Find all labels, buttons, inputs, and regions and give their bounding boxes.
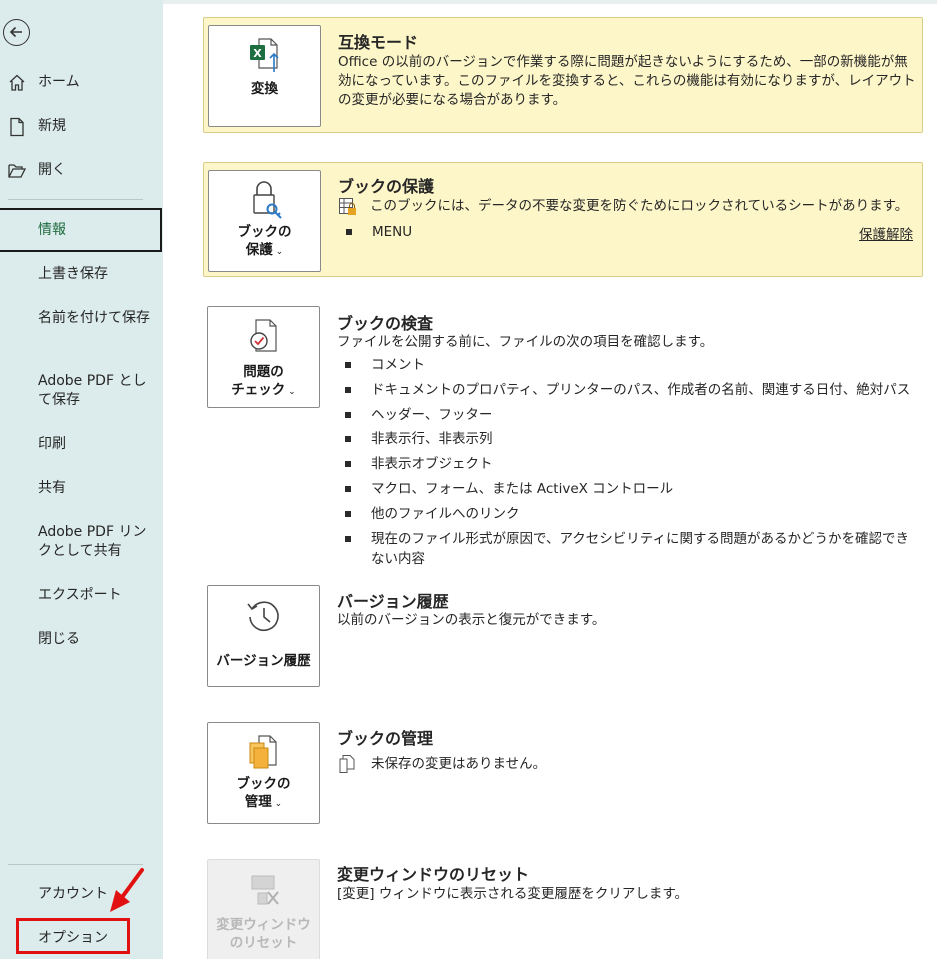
inspect-item: 非表示行、非表示列 [337, 429, 919, 454]
nav-home-label: ホーム [38, 74, 80, 90]
reset-label: 変更ウィンドウ のリセット [208, 916, 319, 952]
inspect-section: 問題の チェック ⌄ ブックの検査 ファイルを公開する前に、ファイルの次の項目を… [203, 301, 923, 567]
nav-save-as-pdf[interactable]: Adobe PDF として保存 [0, 372, 163, 410]
manage-label-line2: 管理 [244, 794, 272, 810]
nav-export[interactable]: エクスポート [0, 586, 163, 606]
manage-label-line1: ブックの [236, 776, 291, 792]
excel-convert-icon: X [250, 38, 279, 72]
backstage-sidebar: ホーム 新規 開く 情報 上書き保存 名前を付けて保存 Adobe PDF とし… [0, 0, 163, 959]
manage-message: 未保存の変更はありません。 [371, 756, 547, 772]
nav-open[interactable]: 開く [0, 161, 163, 181]
protected-sheet-item: MENU [338, 222, 920, 247]
nav-print-label: 印刷 [38, 436, 66, 452]
nav-save[interactable]: 上書き保存 [0, 265, 163, 285]
nav-close-label: 閉じる [38, 631, 80, 647]
inspect-item: 現在のファイル形式が原因で、アクセシビリティに関する問題があるかどうかを確認でき… [337, 529, 919, 567]
reset-label-line2: のリセット [229, 935, 298, 951]
manage-title: ブックの管理 [337, 729, 434, 748]
version-title: バージョン履歴 [337, 592, 449, 611]
inspect-item: コメント [337, 355, 919, 380]
reset-window-icon [251, 875, 279, 905]
manage-workbook-icon [249, 735, 277, 769]
dropdown-caret-icon: ⌄ [271, 799, 283, 809]
history-clock-icon [247, 601, 279, 632]
inspect-item: 他のファイルへのリンク [337, 504, 919, 529]
check-issues-line2: チェック [231, 382, 286, 398]
nav-save-as-label: 名前を付けて保存 [38, 310, 150, 326]
convert-button[interactable]: X 変換 [208, 25, 321, 127]
reset-section: 変更ウィンドウ のリセット 変更ウィンドウのリセット [変更] ウィンドウに表示… [203, 855, 923, 959]
nav-print[interactable]: 印刷 [0, 435, 163, 455]
sidebar-divider [8, 864, 143, 865]
manage-section: ブックの 管理 ⌄ ブックの管理 未保存の変更はありません。 [203, 717, 923, 827]
dropdown-caret-icon: ⌄ [272, 247, 284, 257]
check-issues-line1: 問題の [243, 364, 284, 380]
manage-workbook-button[interactable]: ブックの 管理 ⌄ [207, 722, 320, 824]
home-icon [9, 74, 25, 91]
protect-label: ブックの 保護 ⌄ [209, 223, 320, 261]
nav-share-label: 共有 [38, 480, 66, 496]
nav-home[interactable]: ホーム [0, 73, 163, 93]
check-for-issues-button[interactable]: 問題の チェック ⌄ [207, 306, 320, 408]
nav-new[interactable]: 新規 [0, 117, 163, 137]
protect-label-line1: ブックの [237, 224, 292, 240]
reset-title: 変更ウィンドウのリセット [337, 865, 530, 884]
open-folder-icon [8, 164, 26, 178]
version-history-button[interactable]: バージョン履歴 [207, 585, 320, 687]
reset-label-line1: 変更ウィンドウ [216, 917, 311, 933]
documents-icon [339, 755, 355, 773]
inspect-description: ファイルを公開する前に、ファイルの次の項目を確認します。 [337, 334, 714, 350]
version-description: 以前のバージョンの表示と復元ができます。 [337, 612, 606, 628]
nav-new-label: 新規 [38, 118, 66, 134]
compat-section: X 変換 互換モード Office の以前のバージョンで作業する際に問題が起きな… [203, 17, 923, 133]
back-button[interactable] [3, 19, 30, 46]
inspect-title: ブックの検査 [337, 314, 434, 333]
version-history-label: バージョン履歴 [216, 653, 311, 669]
nav-save-label: 上書き保存 [38, 266, 108, 282]
protect-workbook-button[interactable]: ブックの 保護 ⌄ [208, 170, 321, 272]
manage-label: ブックの 管理 ⌄ [208, 775, 319, 813]
locked-sheet-icon [339, 198, 356, 215]
nav-share[interactable]: 共有 [0, 479, 163, 499]
unprotect-link[interactable]: 保護解除 [859, 223, 913, 243]
nav-close[interactable]: 閉じる [0, 630, 163, 650]
compat-title: 互換モード [338, 33, 419, 52]
lock-key-icon [253, 181, 282, 219]
inspect-items-list: コメント ドキュメントのプロパティ、プリンターのパス、作成者の名前、関連する日付… [337, 355, 919, 567]
top-strip [163, 0, 937, 4]
protect-title: ブックの保護 [338, 177, 435, 196]
options-highlight-box [16, 918, 130, 954]
reset-description: [変更] ウィンドウに表示される変更履歴をクリアします。 [337, 886, 688, 902]
sidebar-divider [8, 199, 143, 200]
nav-info-label: 情報 [38, 222, 66, 238]
reset-changes-window-button[interactable]: 変更ウィンドウ のリセット [207, 859, 320, 959]
inspect-item: マクロ、フォーム、または ActiveX コントロール [337, 479, 919, 504]
new-document-icon [10, 117, 24, 137]
compat-description: Office の以前のバージョンで作業する際に問題が起きないようにするため、一部… [338, 54, 916, 108]
protect-message: このブックには、データの不要な変更を防ぐためにロックされているシートがあります。 [370, 198, 909, 214]
version-section: バージョン履歴 バージョン履歴 以前のバージョンの表示と復元ができます。 [203, 580, 923, 690]
nav-info[interactable]: 情報 [0, 208, 162, 252]
nav-export-label: エクスポート [38, 587, 122, 603]
nav-save-as[interactable]: 名前を付けて保存 [0, 309, 163, 347]
protect-section: ブックの 保護 ⌄ ブックの保護 このブックには、データの不要な変更を防ぐために… [203, 162, 923, 277]
inspect-item: 非表示オブジェクト [337, 454, 919, 479]
nav-open-label: 開く [38, 162, 66, 178]
red-pointer-arrow-icon [110, 868, 144, 912]
inspect-item: ヘッダー、フッター [337, 405, 919, 430]
inspect-item: ドキュメントのプロパティ、プリンターのパス、作成者の名前、関連する日付、絶対パス [337, 380, 919, 405]
inspect-document-icon [250, 319, 277, 352]
convert-label: 変換 [251, 81, 278, 97]
svg-text:X: X [253, 47, 262, 60]
protect-label-line2: 保護 [245, 242, 273, 258]
dropdown-caret-icon: ⌄ [285, 387, 296, 397]
protected-sheet-list: MENU [338, 222, 920, 247]
nav-share-pdf-link[interactable]: Adobe PDF リンクとして共有 [0, 523, 163, 561]
nav-save-as-pdf-label: Adobe PDF として保存 [38, 373, 147, 408]
nav-share-pdf-link-label: Adobe PDF リンクとして共有 [38, 524, 147, 559]
check-issues-label: 問題の チェック ⌄ [208, 363, 319, 401]
back-arrow-icon [9, 26, 22, 38]
